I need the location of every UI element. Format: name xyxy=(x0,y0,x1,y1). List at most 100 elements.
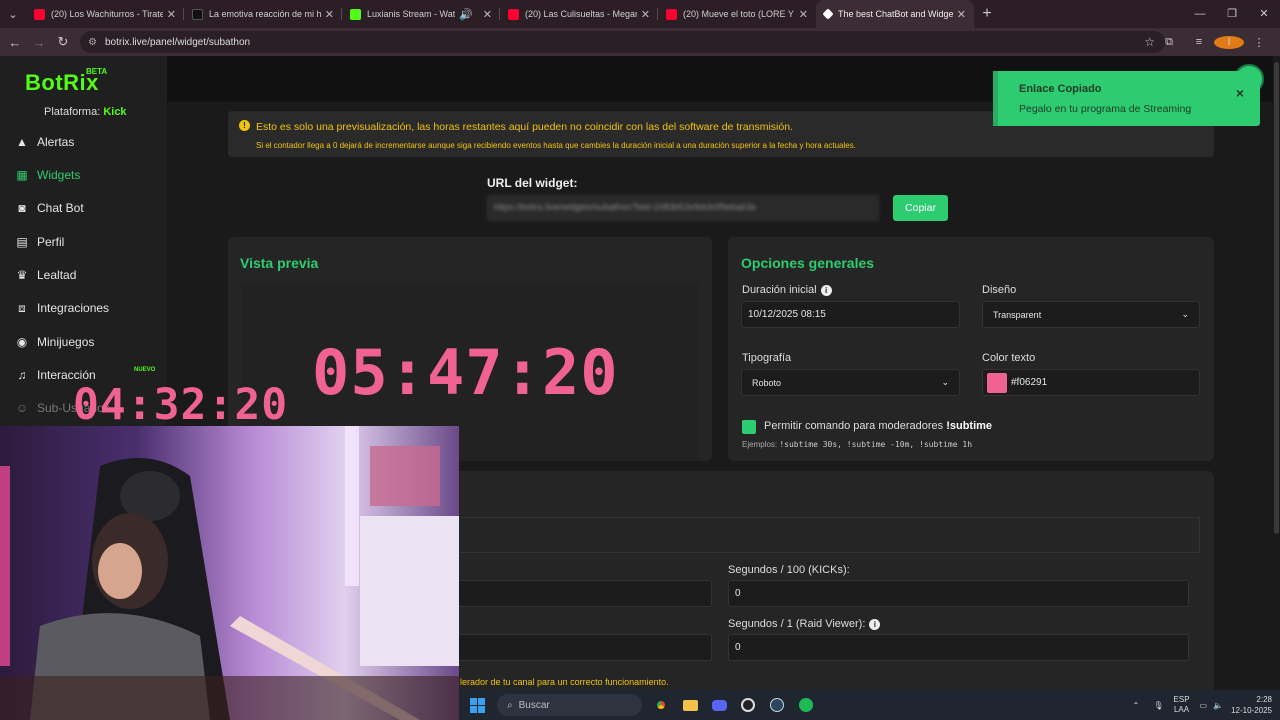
chevron-up-icon[interactable]: ⌃ xyxy=(1133,701,1140,710)
sidebar-item-chat-bot[interactable]: ◙ Chat Bot xyxy=(14,198,83,218)
reload-icon[interactable]: ↻ xyxy=(51,34,75,50)
mod-command: !subtime xyxy=(946,420,993,432)
taskbar-search[interactable]: ⌕ Buscar xyxy=(497,694,642,716)
widget-url-field[interactable]: https://botrix.live/widgets/subathon?bid… xyxy=(487,195,879,221)
options-title: Opciones generales xyxy=(741,255,875,271)
system-tray: ⌃ 🎙 ESP LAA ▭ 🔈 2:28 12-10-2025 xyxy=(1133,690,1272,720)
raid-value: 0 xyxy=(735,642,741,653)
lang-top: ESP xyxy=(1173,695,1190,704)
close-icon[interactable]: × xyxy=(1236,85,1244,101)
back-icon[interactable]: ← xyxy=(3,35,27,50)
chrome-icon[interactable] xyxy=(650,694,672,716)
moderator-warning: lerador de tu canal para un correcto fun… xyxy=(460,677,669,687)
browser-tab[interactable]: (20) Las Culisueltas - Megamix ✕ xyxy=(500,0,658,28)
mod-command-label-text: Permitir comando para moderadores xyxy=(764,420,944,432)
close-tab-icon[interactable]: ✕ xyxy=(957,8,966,21)
url-text: botrix.live/panel/widget/subathon xyxy=(104,36,251,48)
close-tab-icon[interactable]: ✕ xyxy=(167,8,176,21)
sidebar-item-integraciones[interactable]: ⧈ Integraciones xyxy=(14,298,109,318)
site-info-icon[interactable]: ⚙ xyxy=(88,37,97,48)
copy-button[interactable]: Copiar xyxy=(893,195,948,221)
notice-text: Esto es solo una previsualización, las h… xyxy=(256,121,793,133)
forward-icon[interactable]: → xyxy=(27,35,51,50)
tab-title: Luxianis Stream - Watch Live xyxy=(367,9,456,19)
text-color-input[interactable]: #f06291 xyxy=(982,369,1200,396)
media-control-icon[interactable]: ≡ xyxy=(1184,36,1214,48)
sidebar-item-label: Minijuegos xyxy=(37,335,95,349)
close-tab-icon[interactable]: ✕ xyxy=(325,8,334,21)
minimize-icon[interactable]: — xyxy=(1184,0,1216,28)
tab-list-button[interactable]: ⌄ xyxy=(0,0,26,28)
menu-icon[interactable]: ⋮ xyxy=(1244,36,1274,49)
windows-start-icon[interactable] xyxy=(470,697,485,713)
new-tab-button[interactable]: + xyxy=(974,5,1000,23)
font-select[interactable]: Roboto ⌄ xyxy=(741,369,960,396)
color-swatch[interactable] xyxy=(987,372,1007,393)
lang-bottom: LAA xyxy=(1173,705,1190,714)
raid-label-text: Segundos / 1 (Raid Viewer): xyxy=(728,618,866,630)
browser-tab[interactable]: Luxianis Stream - Watch Live 🔊 ✕ xyxy=(342,0,500,28)
browser-tab[interactable]: (20) Mueve el toto (LORE Y RO ✕ xyxy=(658,0,816,28)
sidebar-item-alertas[interactable]: ▲ Alertas xyxy=(14,132,74,152)
mod-command-checkbox[interactable] xyxy=(742,420,756,434)
spotify-icon[interactable] xyxy=(795,694,817,716)
sidebar-item-label: Lealtad xyxy=(37,268,77,282)
browser-tab[interactable]: La emotiva reacción de mi hija ✕ xyxy=(184,0,342,28)
youtube-icon xyxy=(34,8,45,20)
sidebar-item-minijuegos[interactable]: ◉ Minijuegos xyxy=(14,332,95,352)
close-tab-icon[interactable]: ✕ xyxy=(799,8,808,21)
clock[interactable]: 2:28 12-10-2025 xyxy=(1231,694,1272,716)
folder-icon[interactable] xyxy=(679,694,701,716)
youtube-icon xyxy=(666,8,677,20)
restore-icon[interactable]: ❐ xyxy=(1216,0,1248,28)
font-label: Tipografía xyxy=(742,352,792,364)
profile-icon[interactable]: I xyxy=(1214,35,1244,49)
platform-label: Plataforma: xyxy=(44,106,101,118)
language-indicator[interactable]: ESP LAA xyxy=(1174,695,1190,715)
obs-icon[interactable] xyxy=(737,694,759,716)
sidebar-item-lealtad[interactable]: ♛ Lealtad xyxy=(14,265,77,285)
close-tab-icon[interactable]: ✕ xyxy=(641,8,650,21)
steam-icon[interactable] xyxy=(766,694,788,716)
raid-input[interactable]: 0 xyxy=(728,634,1189,661)
sidebar-item-label: Alertas xyxy=(37,135,75,149)
design-select[interactable]: Transparent ⌄ xyxy=(982,301,1200,328)
warning-icon: ▲ xyxy=(16,135,28,149)
extensions-icon[interactable]: ⧉ xyxy=(1154,36,1184,49)
tiktok-icon xyxy=(192,8,203,20)
close-window-icon[interactable]: ✕ xyxy=(1248,0,1280,28)
platform-indicator: Plataforma: Kick xyxy=(44,106,127,118)
trophy-icon: ♛ xyxy=(16,268,28,282)
browser-tab[interactable]: (20) Los Wachiturros - Tirate Un ✕ xyxy=(26,0,184,28)
speaker-icon[interactable]: 🔊 xyxy=(459,8,473,21)
info-icon[interactable]: i xyxy=(869,619,881,630)
preview-title: Vista previa xyxy=(240,255,319,271)
discord-icon[interactable] xyxy=(708,694,730,716)
sidebar-item-perfil[interactable]: ▤ Perfil xyxy=(14,232,64,252)
scrollbar[interactable] xyxy=(1274,62,1279,534)
events-input-left-2[interactable] xyxy=(458,634,712,661)
tab-title: La emotiva reacción de mi hija xyxy=(209,9,321,19)
url-field[interactable]: ⚙ botrix.live/panel/widget/subathon ☆ xyxy=(80,31,1165,53)
new-badge: NUEVO xyxy=(134,367,156,373)
events-input-left[interactable] xyxy=(458,580,712,607)
info-icon[interactable]: i xyxy=(820,285,832,296)
music-icon: ♫ xyxy=(17,368,27,382)
text-color-label: Color texto xyxy=(982,352,1036,364)
widget-url-label: URL del widget: xyxy=(487,176,578,190)
duration-input[interactable]: 10/12/2025 08:15 xyxy=(741,301,960,328)
warning-icon: ! xyxy=(239,120,250,131)
close-tab-icon[interactable]: ✕ xyxy=(483,8,492,21)
volume-icon[interactable]: 🔈 xyxy=(1213,701,1223,710)
tab-title: (20) Los Wachiturros - Tirate Un xyxy=(51,9,163,19)
duration-value: 10/12/2025 08:15 xyxy=(748,309,826,320)
kick-icon xyxy=(350,8,361,20)
microphone-icon[interactable]: 🎙 xyxy=(1153,701,1163,710)
sidebar-item-widgets[interactable]: ▦ Widgets xyxy=(14,165,80,185)
browser-tab-active[interactable]: The best ChatBot and Widgets ✕ xyxy=(816,0,974,28)
network-icon[interactable]: ▭ xyxy=(1200,701,1208,710)
kicks-input[interactable]: 0 xyxy=(728,580,1189,607)
clock-time: 2:28 xyxy=(1256,695,1272,704)
tab-title: (20) Mueve el toto (LORE Y RO xyxy=(683,9,795,19)
examples-label: Ejemplos: xyxy=(742,440,778,449)
